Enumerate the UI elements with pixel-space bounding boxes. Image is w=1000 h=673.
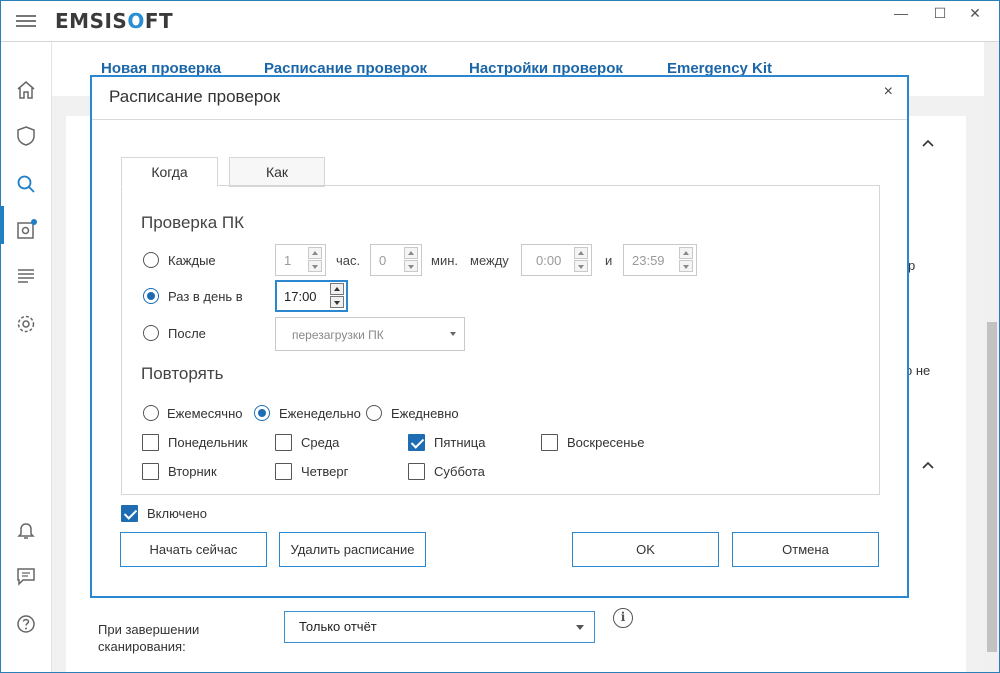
stepper-up-icon[interactable]	[308, 247, 322, 259]
close-icon[interactable]: ×	[884, 83, 893, 101]
chevron-down-icon	[450, 332, 456, 336]
weekly-label: Еженедельно	[279, 406, 361, 421]
title-bar: EMSISOFT — ☐ ✕	[0, 0, 1000, 42]
saturday-label: Суббота	[434, 464, 485, 479]
sunday-checkbox[interactable]	[541, 434, 558, 451]
dialog-header: Расписание проверок ×	[92, 77, 907, 120]
ok-button[interactable]: OK	[572, 532, 719, 567]
sunday-label: Воскресенье	[567, 435, 645, 450]
stepper-down-icon[interactable]	[679, 260, 693, 272]
monday-checkbox[interactable]	[142, 434, 159, 451]
monthly-label: Ежемесячно	[167, 406, 243, 421]
stepper-up-icon[interactable]	[404, 247, 418, 259]
cancel-button[interactable]: Отмена	[732, 532, 879, 567]
scan-section-title: Проверка ПК	[141, 213, 244, 232]
background-text: р	[908, 258, 916, 273]
schedule-dialog: Расписание проверок × Когда Как Проверка…	[90, 75, 909, 598]
logs-icon[interactable]	[14, 264, 38, 288]
daily-time-stepper[interactable]: 17:00	[275, 280, 348, 312]
saturday-checkbox[interactable]	[408, 463, 425, 480]
friday-label: Пятница	[434, 435, 486, 450]
quarantine-icon[interactable]	[14, 218, 38, 242]
active-indicator	[0, 206, 4, 244]
minutes-unit: мин.	[431, 253, 458, 268]
hours-unit: час.	[336, 253, 361, 268]
stepper-down-icon[interactable]	[574, 260, 588, 272]
enabled-label: Включено	[147, 506, 207, 521]
delete-schedule-button[interactable]: Удалить расписание	[279, 532, 426, 567]
and-label: и	[605, 253, 613, 268]
stepper-down-icon[interactable]	[330, 296, 344, 308]
stepper-up-icon[interactable]	[679, 247, 693, 259]
scrollbar[interactable]	[984, 42, 1000, 673]
monthly-radio[interactable]	[143, 405, 159, 421]
sidebar	[0, 42, 52, 673]
tab-how[interactable]: Как	[229, 157, 325, 187]
every-radio[interactable]	[143, 252, 159, 268]
to-time-stepper[interactable]: 23:59	[623, 244, 697, 276]
settings-icon[interactable]	[14, 312, 38, 336]
tuesday-checkbox[interactable]	[142, 463, 159, 480]
after-label: После	[168, 326, 206, 341]
tuesday-label: Вторник	[168, 464, 217, 479]
chevron-up-icon[interactable]	[921, 138, 935, 148]
minutes-stepper[interactable]: 0	[370, 244, 422, 276]
after-event-select[interactable]: перезагрузки ПК	[275, 317, 465, 351]
start-now-button[interactable]: Начать сейчас	[120, 532, 267, 567]
every-label: Каждые	[168, 253, 216, 268]
hours-stepper[interactable]: 1	[275, 244, 326, 276]
wednesday-checkbox[interactable]	[275, 434, 292, 451]
weekly-radio[interactable]	[254, 405, 270, 421]
stepper-up-icon[interactable]	[574, 247, 588, 259]
between-label: между	[470, 253, 509, 268]
minimize-button[interactable]: —	[886, 4, 916, 24]
stepper-down-icon[interactable]	[404, 260, 418, 272]
enabled-checkbox[interactable]	[121, 505, 138, 522]
dialog-title: Расписание проверок	[109, 87, 281, 106]
daily-label: Раз в день в	[168, 289, 243, 304]
tab-when[interactable]: Когда	[121, 157, 218, 187]
after-radio[interactable]	[143, 325, 159, 341]
stepper-down-icon[interactable]	[308, 260, 322, 272]
shield-icon[interactable]	[14, 124, 38, 148]
thursday-label: Четверг	[301, 464, 349, 479]
window-close-button[interactable]: ✕	[960, 4, 990, 24]
help-icon[interactable]	[14, 612, 38, 636]
chat-icon[interactable]	[14, 564, 38, 588]
info-icon[interactable]: i	[613, 608, 633, 628]
everyday-label: Ежедневно	[391, 406, 459, 421]
from-time-stepper[interactable]: 0:00	[521, 244, 592, 276]
friday-checkbox[interactable]	[408, 434, 425, 451]
on-finish-label: При завершении сканирования:	[98, 622, 200, 654]
menu-icon[interactable]	[16, 15, 36, 29]
repeat-section-title: Повторять	[141, 364, 224, 383]
chevron-up-icon[interactable]	[921, 460, 935, 470]
wednesday-label: Среда	[301, 435, 340, 450]
thursday-checkbox[interactable]	[275, 463, 292, 480]
stepper-up-icon[interactable]	[330, 283, 344, 295]
chevron-down-icon	[576, 625, 584, 630]
app-logo: EMSISOFT	[55, 9, 174, 33]
scroll-thumb[interactable]	[987, 322, 997, 652]
search-icon[interactable]	[14, 172, 38, 196]
daily-radio[interactable]	[143, 288, 159, 304]
everyday-radio[interactable]	[366, 405, 382, 421]
on-finish-select[interactable]: Только отчёт	[284, 611, 595, 643]
maximize-button[interactable]: ☐	[925, 4, 955, 24]
bell-icon[interactable]	[14, 518, 38, 542]
home-icon[interactable]	[14, 78, 38, 102]
monday-label: Понедельник	[168, 435, 248, 450]
